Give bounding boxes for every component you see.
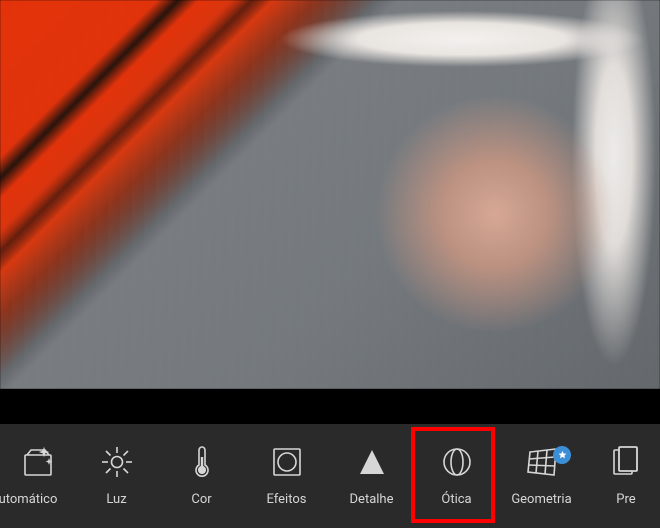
tool-presets[interactable]: Pre [584,424,628,528]
tool-optics[interactable]: Ótica [414,424,499,528]
premium-badge-icon [553,446,571,464]
tool-label: Cor [191,492,211,507]
thermometer-icon [185,445,219,479]
triangle-icon [355,445,389,479]
auto-wand-icon [21,445,55,479]
lens-icon [440,445,474,479]
sun-icon [100,445,134,479]
tool-label: Ótica [441,492,471,507]
edit-toolbar: utomático Luz [0,424,660,528]
tool-label: utomático [0,492,57,507]
tool-detail[interactable]: Detalhe [329,424,414,528]
tool-label: Pre [616,492,635,507]
tool-automatic[interactable]: utomático [2,424,74,528]
tool-geometry[interactable]: Geometria [499,424,584,528]
app-viewport: utomático Luz [0,0,660,528]
tool-effects[interactable]: Efeitos [244,424,329,528]
tool-label: Efeitos [267,492,307,507]
tool-label: Detalhe [350,492,394,507]
tool-label: Luz [106,492,126,507]
photo-preview [0,0,660,389]
photo-preview-area[interactable] [0,0,660,424]
tool-color[interactable]: Cor [159,424,244,528]
tool-light[interactable]: Luz [74,424,159,528]
tool-label: Geometria [511,492,571,507]
photo-letterbox [0,389,660,424]
vignette-icon [270,445,304,479]
presets-icon [609,445,643,479]
